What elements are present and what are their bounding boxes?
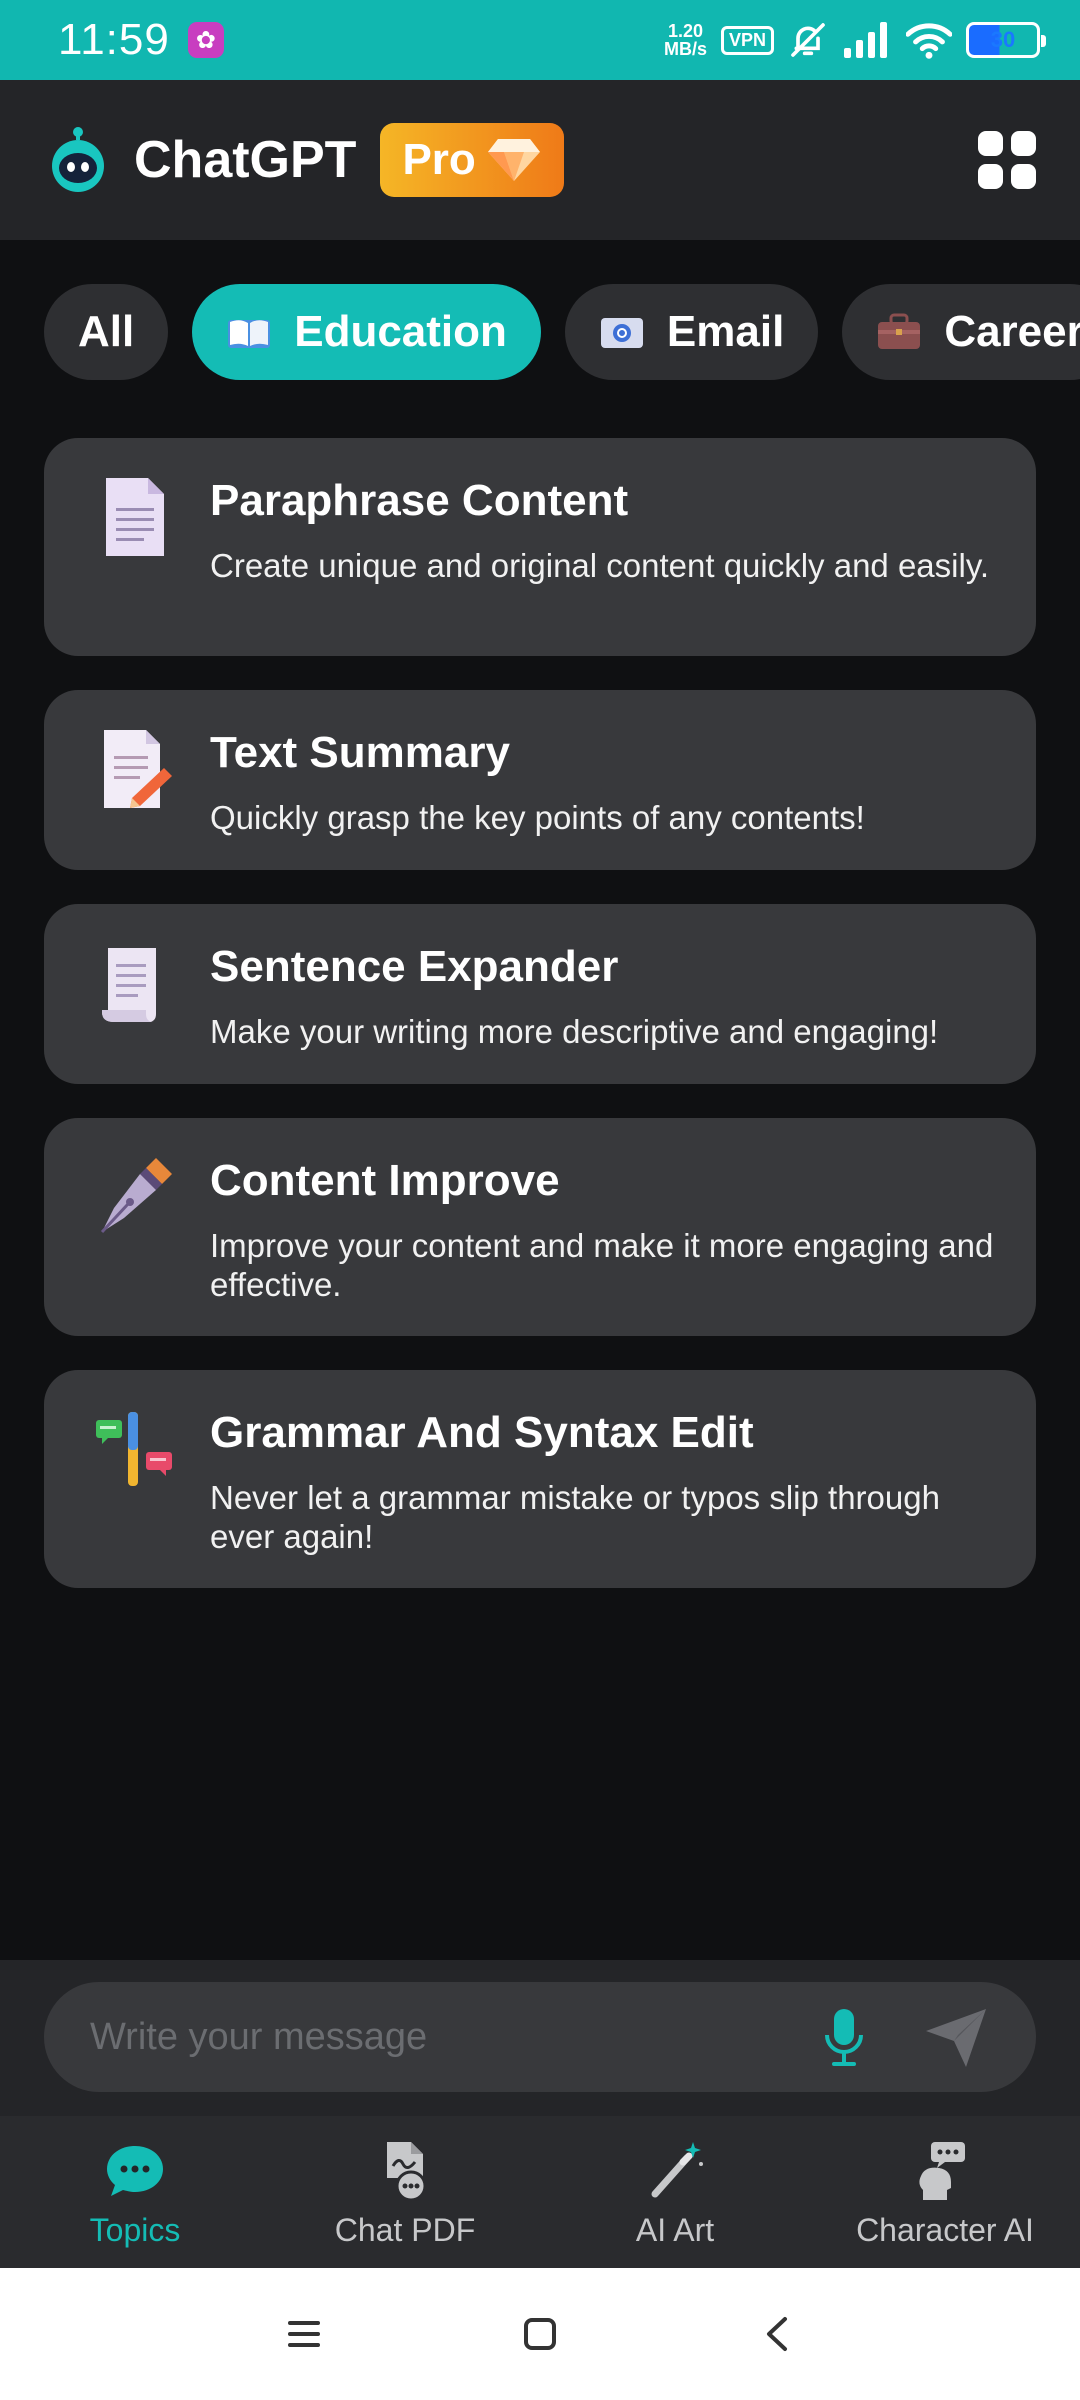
tool-title: Content Improve [210, 1156, 560, 1205]
bottom-nav: Topics Chat PDF AI Art Character AI [0, 2116, 1080, 2268]
nav-ai-art[interactable]: AI Art [540, 2116, 810, 2268]
character-icon [919, 2142, 965, 2200]
battery-icon: 30 [966, 22, 1046, 58]
wifi-icon [906, 23, 952, 59]
notification-app-icon: ✿ [187, 22, 224, 58]
tab-email[interactable]: Email [564, 284, 819, 380]
chat-bubble-icon [107, 2146, 163, 2196]
text-cursor-edit-icon [96, 1412, 172, 1486]
tool-title: Grammar And Syntax Edit [210, 1408, 754, 1457]
diamond-icon [487, 139, 540, 181]
signal-icon [844, 22, 887, 58]
apps-grid-icon[interactable] [978, 131, 1036, 189]
status-bar: 11:59 ✿ 1.20 MB/s VPN 30 [0, 0, 1080, 80]
app-title: ChatGPT [134, 131, 357, 189]
briefcase-icon [878, 313, 921, 349]
home-square-icon [524, 2318, 556, 2350]
tab-email-label: Email [666, 307, 785, 356]
status-indicators: 1.20 MB/s VPN 30 [664, 20, 1046, 60]
network-speed-unit: MB/s [663, 39, 707, 59]
email-icon [600, 318, 643, 348]
recent-apps-button[interactable] [274, 2304, 334, 2364]
nav-chat-pdf-label: Chat PDF [334, 2212, 476, 2248]
tool-card-paraphrase-content[interactable]: Paraphrase Content Create unique and ori… [44, 438, 1036, 656]
category-tabs: All Education Email Career [44, 284, 1080, 380]
mute-bell-icon [791, 23, 825, 57]
pro-upgrade-button[interactable]: Pro [380, 123, 564, 197]
tab-all[interactable]: All [44, 284, 169, 380]
nav-character-ai-label: Character AI [856, 2212, 1034, 2248]
network-speed-value: 1.20 [667, 21, 703, 41]
tab-all-label: All [78, 307, 135, 356]
tool-title: Text Summary [210, 728, 510, 777]
home-button[interactable] [510, 2304, 570, 2364]
tool-description: Create unique and original content quick… [210, 547, 990, 584]
nav-chat-pdf[interactable]: Chat PDF [270, 2116, 540, 2268]
nav-topics-label: Topics [89, 2212, 181, 2248]
tool-card-content-improve[interactable]: Content Improve Improve your content and… [44, 1118, 1036, 1336]
tool-description: Quickly grasp the key points of any cont… [210, 799, 865, 836]
message-composer [44, 1982, 1036, 2092]
document-icon [106, 478, 164, 556]
status-time: 11:59 [58, 15, 170, 64]
battery-level: 30 [990, 27, 1016, 52]
tab-education-label: Education [294, 307, 507, 356]
tool-title: Sentence Expander [210, 942, 619, 991]
composer-area [0, 1960, 1080, 2116]
scroll-document-icon [102, 948, 156, 1022]
robot-logo-icon [52, 127, 104, 192]
app-header: ChatGPT Pro [0, 80, 1080, 240]
tool-card-grammar-syntax-edit[interactable]: Grammar And Syntax Edit Never let a gram… [44, 1370, 1036, 1588]
network-speed: 1.20 MB/s [664, 22, 707, 58]
document-pencil-icon [104, 730, 172, 808]
tool-card-sentence-expander[interactable]: Sentence Expander Make your writing more… [44, 904, 1036, 1084]
pro-label: Pro [402, 135, 476, 184]
nav-character-ai[interactable]: Character AI [810, 2116, 1080, 2268]
pdf-chat-icon [387, 2142, 427, 2202]
tool-title: Paraphrase Content [210, 476, 629, 525]
fountain-pen-icon [100, 1158, 172, 1234]
nav-ai-art-label: AI Art [635, 2212, 715, 2248]
open-book-icon [228, 320, 271, 348]
microphone-icon[interactable] [822, 2007, 866, 2067]
back-button[interactable] [746, 2304, 806, 2364]
tab-career-label: Career [944, 307, 1080, 356]
message-input[interactable] [90, 2015, 822, 2059]
tab-education[interactable]: Education [192, 284, 541, 380]
nav-topics[interactable]: Topics [0, 2116, 270, 2268]
send-icon[interactable] [922, 2005, 990, 2069]
tool-description: Never let a grammar mistake or typos sli… [210, 1479, 940, 1555]
magic-wand-icon [651, 2142, 703, 2198]
tab-career[interactable]: Career [842, 284, 1080, 380]
tool-description: Improve your content and make it more en… [210, 1227, 994, 1303]
back-chevron-icon [767, 2317, 787, 2351]
menu-lines-icon [288, 2321, 320, 2347]
tool-card-text-summary[interactable]: Text Summary Quickly grasp the key point… [44, 690, 1036, 870]
system-nav-bar [0, 2268, 1080, 2400]
vpn-badge: VPN [720, 25, 774, 55]
tool-description: Make your writing more descriptive and e… [210, 1013, 939, 1050]
